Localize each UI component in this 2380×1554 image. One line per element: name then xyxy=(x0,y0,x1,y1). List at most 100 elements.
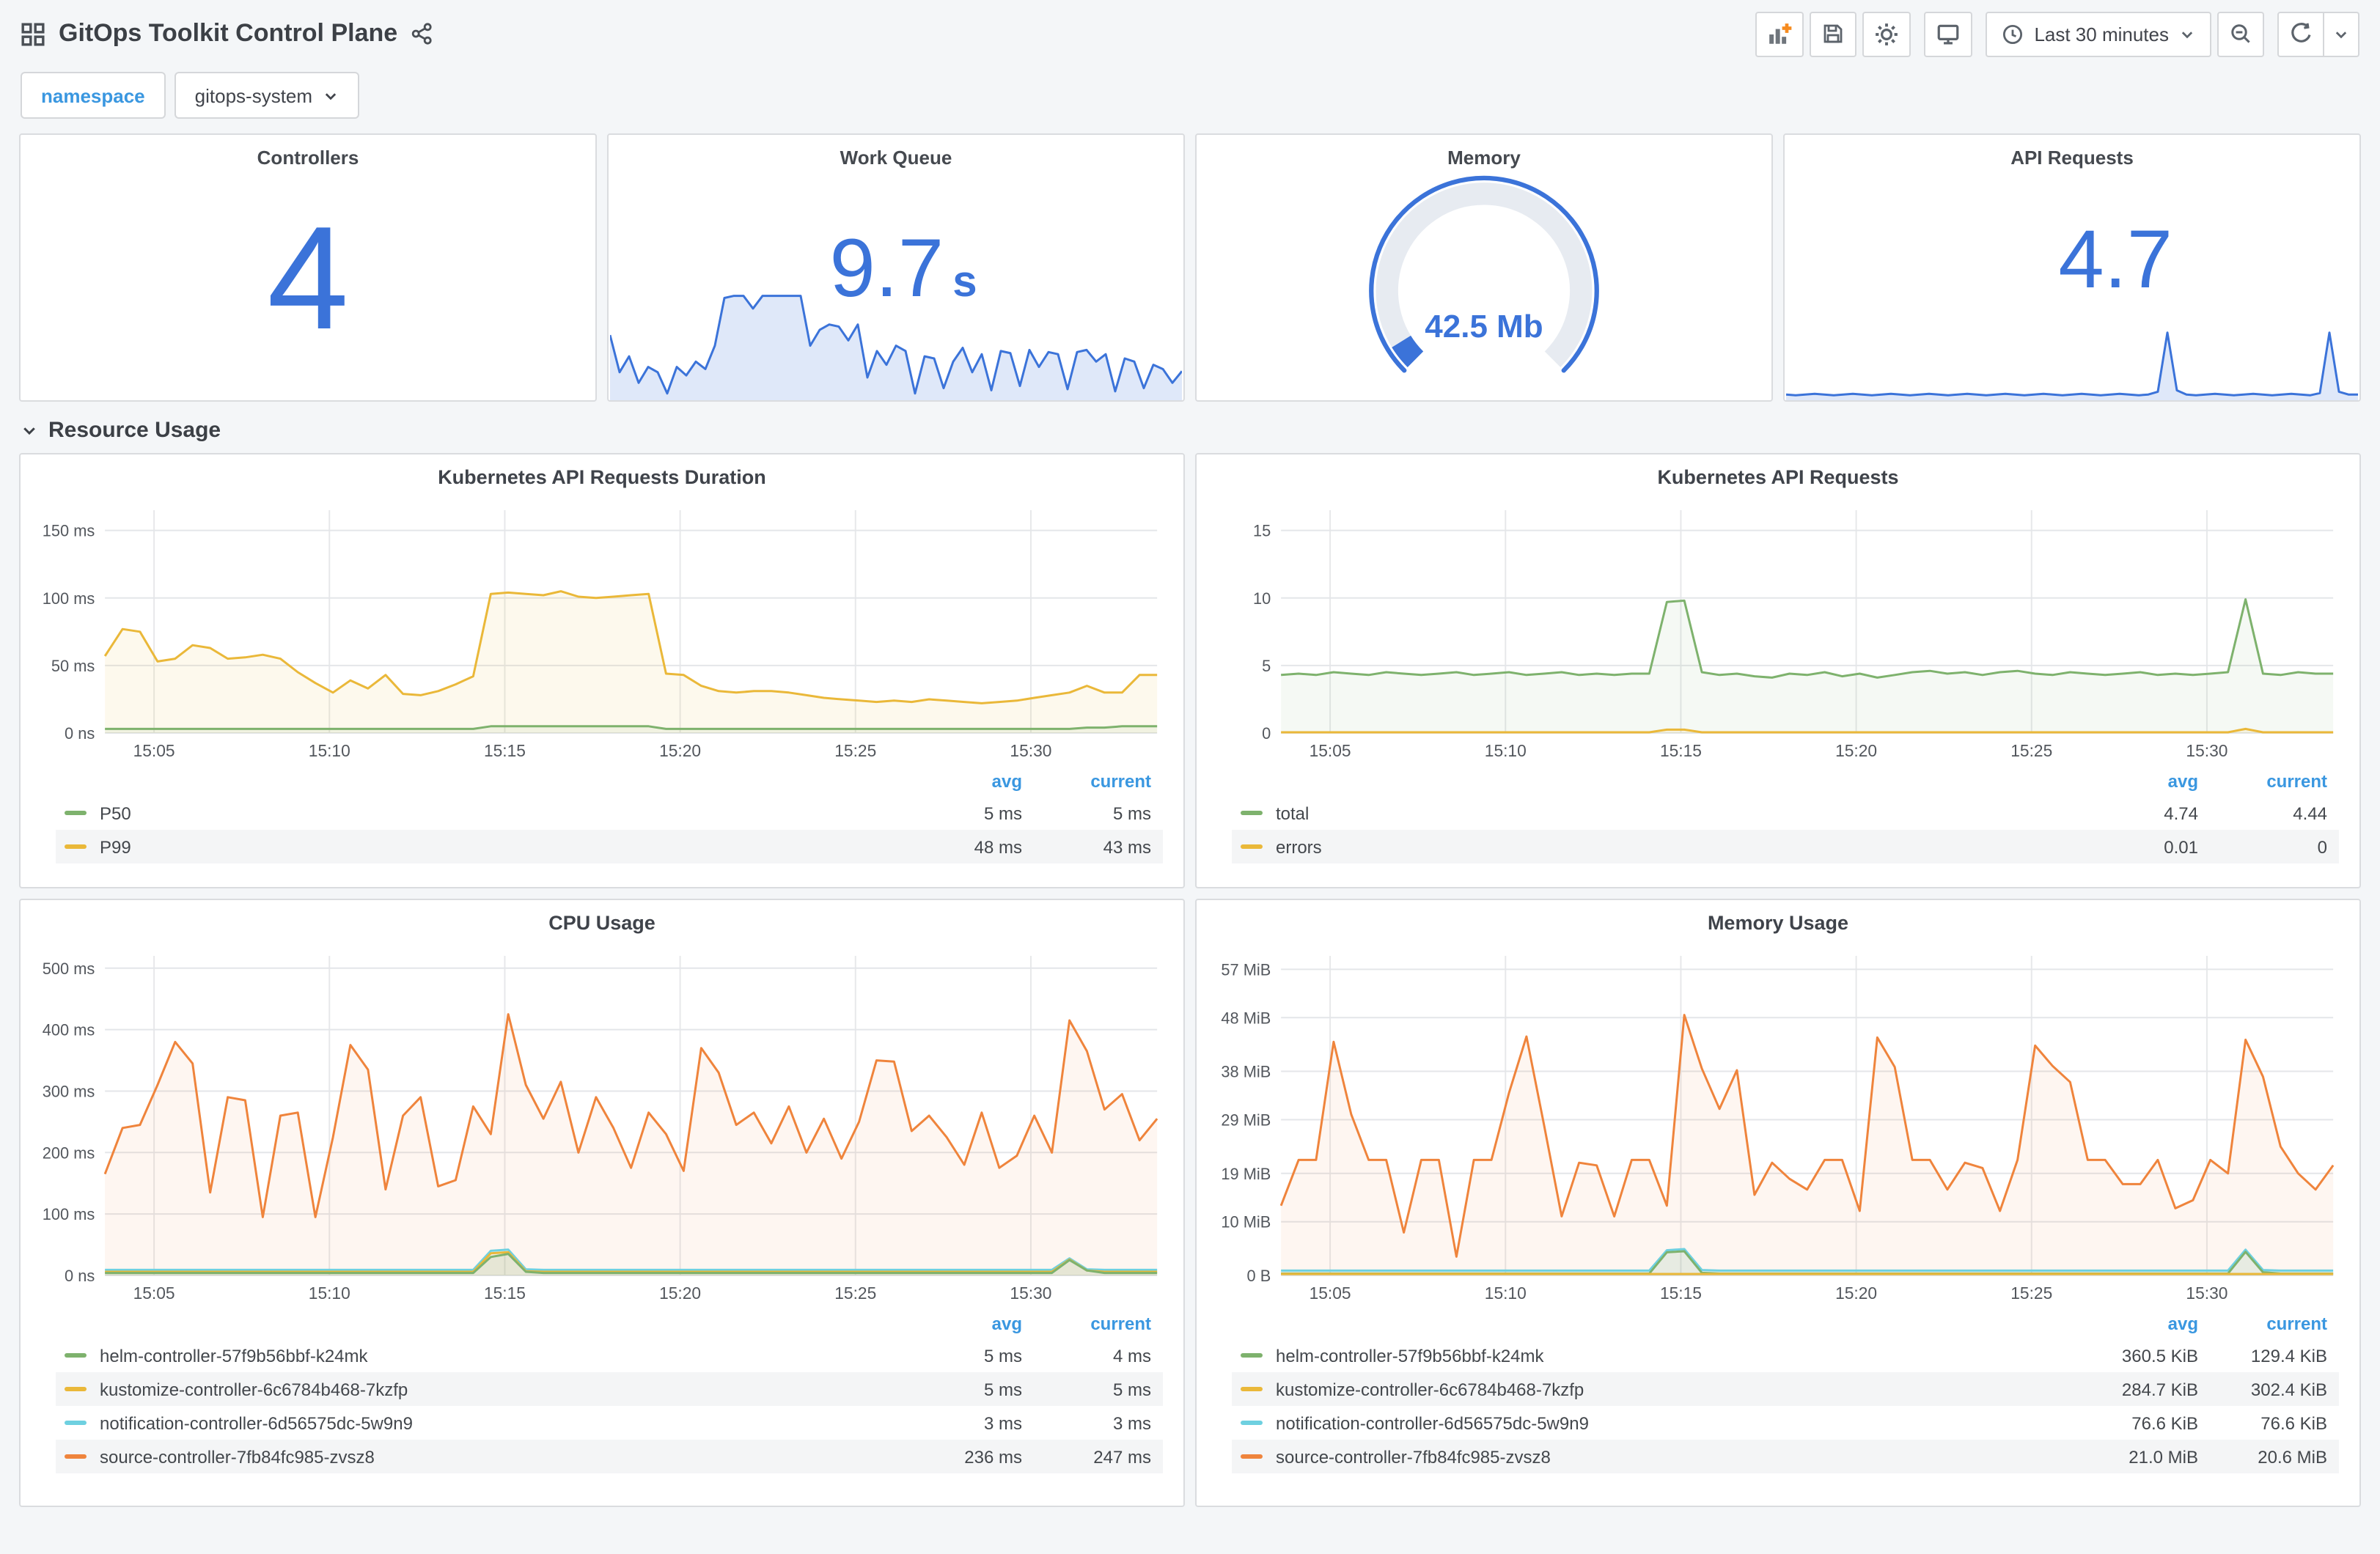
legend-row[interactable]: kustomize-controller-6c6784b468-7kzfp 284… xyxy=(1232,1372,2339,1406)
panel-title[interactable]: Memory Usage xyxy=(1211,909,2345,941)
legend-sort-current[interactable]: current xyxy=(1022,771,1151,792)
legend-row[interactable]: source-controller-7fb84fc985-zvsz8 236 ms… xyxy=(56,1440,1163,1473)
legend-series-dash xyxy=(1241,1353,1263,1358)
timeseries-plot[interactable]: 15:05 15:10 15:15 15:20 15:25 15:30 0 5 10 15 xyxy=(1211,496,2345,765)
y-axis-label: 50 ms xyxy=(51,657,95,675)
timeseries-plot[interactable]: 15:05 15:10 15:15 15:20 15:25 15:30 0 B 10 MiB 1… xyxy=(1211,941,2345,1308)
y-axis-label: 100 ms xyxy=(43,1205,95,1223)
legend-series-name[interactable]: helm-controller-57f9b56bbf-k24mk xyxy=(100,1345,902,1366)
legend-header: avg current xyxy=(56,1309,1163,1338)
panel-title[interactable]: Work Queue xyxy=(609,135,1183,169)
panel-title[interactable]: Kubernetes API Requests Duration xyxy=(35,463,1169,496)
panel-title[interactable]: Controllers xyxy=(21,135,595,169)
timeseries-plot[interactable]: 15:05 15:10 15:15 15:20 15:25 15:30 0 ns 100 ms… xyxy=(35,941,1169,1308)
legend-sort-avg[interactable]: avg xyxy=(2078,771,2198,792)
legend-row[interactable]: notification-controller-6d56575dc-5w9n9 7… xyxy=(1232,1406,2339,1440)
namespace-select[interactable]: gitops-system xyxy=(174,72,360,119)
save-dashboard-button[interactable] xyxy=(1810,11,1857,56)
x-axis-label: 15:25 xyxy=(834,741,876,760)
legend-avg-value: 4.74 xyxy=(2164,803,2198,823)
panel-title[interactable]: CPU Usage xyxy=(35,909,1169,941)
x-axis-label: 15:30 xyxy=(1010,741,1051,760)
legend-series-name[interactable]: P99 xyxy=(100,836,902,857)
add-panel-button[interactable] xyxy=(1755,11,1804,56)
legend-series-dash xyxy=(1241,844,1263,849)
y-axis-label: 0 B xyxy=(1247,1267,1271,1285)
legend-series-name[interactable]: kustomize-controller-6c6784b468-7kzfp xyxy=(1276,1379,2078,1399)
legend-row[interactable]: helm-controller-57f9b56bbf-k24mk 5 ms 4 ms xyxy=(56,1338,1163,1372)
x-axis-label: 15:05 xyxy=(1310,1284,1351,1303)
legend-row[interactable]: notification-controller-6d56575dc-5w9n9 3… xyxy=(56,1406,1163,1440)
legend-current-value: 76.6 KiB xyxy=(2260,1413,2327,1433)
legend-series-dash xyxy=(65,844,87,849)
legend-series-name[interactable]: helm-controller-57f9b56bbf-k24mk xyxy=(1276,1345,2078,1366)
legend-series-name[interactable]: source-controller-7fb84fc985-zvsz8 xyxy=(100,1446,902,1467)
legend-current-value: 3 ms xyxy=(1112,1413,1151,1433)
x-axis-label: 15:10 xyxy=(309,741,350,760)
legend-series-name[interactable]: errors xyxy=(1276,836,2078,857)
legend-row[interactable]: source-controller-7fb84fc985-zvsz8 21.0 M… xyxy=(1232,1440,2339,1473)
row-resource-usage[interactable]: Resource Usage xyxy=(0,402,2380,453)
legend-series-name[interactable]: P50 xyxy=(100,803,902,823)
y-axis-label: 100 ms xyxy=(43,589,95,608)
legend-avg-value: 360.5 KiB xyxy=(2121,1345,2198,1366)
api-requests-sparkline xyxy=(1786,327,2358,400)
refresh-button[interactable] xyxy=(2277,11,2324,56)
legend-header: avg current xyxy=(56,767,1163,796)
legend-rows: total 4.74 4.44 errors 0.01 0 xyxy=(1232,796,2339,863)
time-range-label: Last 30 minutes xyxy=(2034,23,2169,45)
legend-series-name[interactable]: notification-controller-6d56575dc-5w9n9 xyxy=(1276,1413,2078,1433)
legend-sort-avg[interactable]: avg xyxy=(902,771,1022,792)
legend-sort-avg[interactable]: avg xyxy=(2078,1314,2198,1334)
series-area-P99 xyxy=(105,591,1158,733)
legend-row[interactable]: total 4.74 4.44 xyxy=(1232,796,2339,830)
timeseries-plot[interactable]: 15:05 15:10 15:15 15:20 15:25 15:30 0 ns 50 ms 1… xyxy=(35,496,1169,765)
dashboard-settings-button[interactable] xyxy=(1862,11,1911,56)
legend-row[interactable]: helm-controller-57f9b56bbf-k24mk 360.5 Ki… xyxy=(1232,1338,2339,1372)
series-area-source-controller-7fb84fc985-zvsz8 xyxy=(105,1014,1158,1275)
legend-current-value: 4.44 xyxy=(2293,803,2327,823)
share-icon[interactable] xyxy=(411,22,434,45)
cycle-view-mode-button[interactable] xyxy=(1924,11,1973,56)
y-axis-label: 38 MiB xyxy=(1221,1062,1271,1080)
zoom-out-button[interactable] xyxy=(2217,11,2264,56)
legend-current-value: 129.4 KiB xyxy=(2250,1345,2327,1366)
legend-current-value: 0 xyxy=(2317,836,2327,857)
timeseries-canvas[interactable]: 15:05 15:10 15:15 15:20 15:25 15:30 0 5 10 15 xyxy=(1211,496,2345,765)
x-axis-label: 15:10 xyxy=(309,1284,350,1303)
legend-sort-avg[interactable]: avg xyxy=(902,1314,1022,1334)
x-axis-label: 15:05 xyxy=(133,1284,175,1303)
panel-title[interactable]: API Requests xyxy=(1785,135,2359,169)
y-axis-label: 19 MiB xyxy=(1221,1165,1271,1183)
legend-series-dash xyxy=(1241,811,1263,815)
legend-series-name[interactable]: source-controller-7fb84fc985-zvsz8 xyxy=(1276,1446,2078,1467)
y-axis-label: 57 MiB xyxy=(1221,960,1271,979)
legend-sort-current[interactable]: current xyxy=(1022,1314,1151,1334)
legend-row[interactable]: errors 0.01 0 xyxy=(1232,830,2339,863)
timeseries-canvas[interactable]: 15:05 15:10 15:15 15:20 15:25 15:30 0 B 10 MiB 1… xyxy=(1211,941,2345,1308)
legend-header: avg current xyxy=(1232,767,2339,796)
x-axis-label: 15:20 xyxy=(1835,741,1877,760)
chart-legend: avg current helm-controller-57f9b56bbf-k24… xyxy=(35,1309,1169,1473)
legend-sort-current[interactable]: current xyxy=(2198,771,2327,792)
legend-sort-current[interactable]: current xyxy=(2198,1314,2327,1334)
legend-avg-value: 5 ms xyxy=(983,1345,1022,1366)
legend-avg-value: 5 ms xyxy=(983,1379,1022,1399)
apps-icon[interactable] xyxy=(21,21,45,46)
y-axis-label: 48 MiB xyxy=(1221,1009,1271,1027)
legend-row[interactable]: P99 48 ms 43 ms xyxy=(56,830,1163,863)
legend-series-name[interactable]: total xyxy=(1276,803,2078,823)
legend-row[interactable]: kustomize-controller-6c6784b468-7kzfp 5 m… xyxy=(56,1372,1163,1406)
x-axis-label: 15:30 xyxy=(1010,1284,1051,1303)
legend-series-name[interactable]: kustomize-controller-6c6784b468-7kzfp xyxy=(100,1379,902,1399)
refresh-interval-dropdown[interactable] xyxy=(2324,11,2359,56)
panel-title[interactable]: Memory xyxy=(1197,135,1771,169)
legend-row[interactable]: P50 5 ms 5 ms xyxy=(56,796,1163,830)
legend-series-dash xyxy=(65,1353,87,1358)
legend-series-name[interactable]: notification-controller-6d56575dc-5w9n9 xyxy=(100,1413,902,1433)
timeseries-canvas[interactable]: 15:05 15:10 15:15 15:20 15:25 15:30 0 ns 100 ms… xyxy=(35,941,1169,1308)
timeseries-canvas[interactable]: 15:05 15:10 15:15 15:20 15:25 15:30 0 ns 50 ms 1… xyxy=(35,496,1169,765)
time-range-picker[interactable]: Last 30 minutes xyxy=(1986,11,2211,56)
panel-title[interactable]: Kubernetes API Requests xyxy=(1211,463,2345,496)
panel-k8s-api-requests-duration: Kubernetes API Requests Duration 15:05 15… xyxy=(19,453,1185,888)
